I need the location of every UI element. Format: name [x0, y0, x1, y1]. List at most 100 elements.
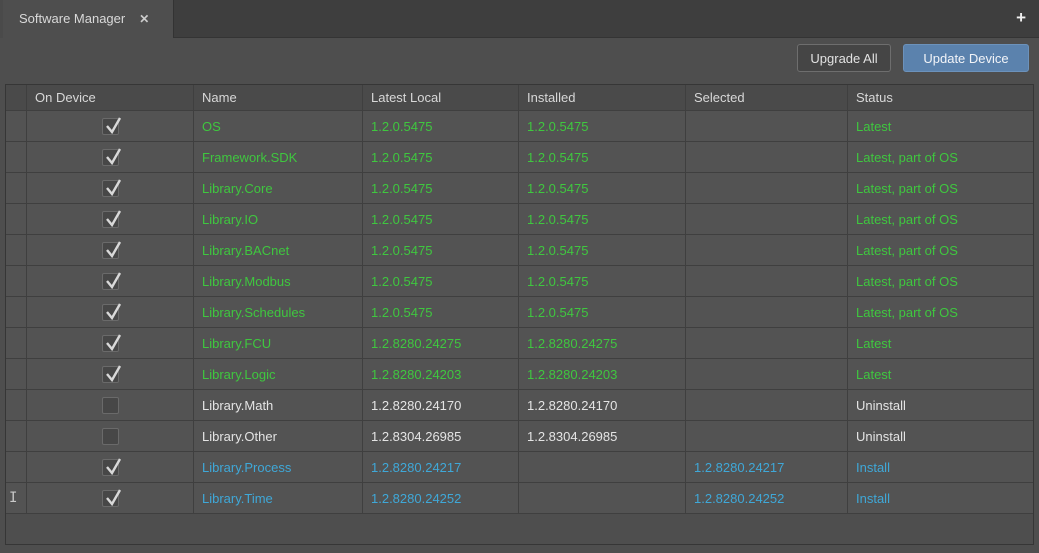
installed-cell: 1.2.0.5475: [519, 266, 686, 297]
selected-cell: 1.2.8280.24252: [686, 483, 848, 514]
latest-local-cell: 1.2.0.5475: [363, 173, 519, 204]
latest-local-cell: 1.2.0.5475: [363, 235, 519, 266]
installed-cell: 1.2.0.5475: [519, 142, 686, 173]
column-header-installed[interactable]: Installed: [519, 85, 686, 111]
table-row[interactable]: Library.IO 1.2.0.5475 1.2.0.5475 Latest,…: [6, 204, 1033, 235]
selected-cell: [686, 204, 848, 235]
row-selector-cell[interactable]: [6, 390, 27, 421]
on-device-cell: [27, 111, 194, 142]
status-cell: Latest, part of OS: [848, 173, 1033, 204]
row-selector-cell[interactable]: [6, 359, 27, 390]
on-device-cell: [27, 173, 194, 204]
table-row[interactable]: Library.Schedules 1.2.0.5475 1.2.0.5475 …: [6, 297, 1033, 328]
on-device-cell: [27, 452, 194, 483]
name-cell: Library.Modbus: [194, 266, 363, 297]
latest-local-cell: 1.2.8280.24252: [363, 483, 519, 514]
row-selector-cell[interactable]: [6, 266, 27, 297]
table-row[interactable]: Library.FCU 1.2.8280.24275 1.2.8280.2427…: [6, 328, 1033, 359]
on-device-cell: [27, 297, 194, 328]
table-row[interactable]: Library.BACnet 1.2.0.5475 1.2.0.5475 Lat…: [6, 235, 1033, 266]
row-selector-cell[interactable]: [6, 142, 27, 173]
on-device-cell: [27, 204, 194, 235]
column-header-selected[interactable]: Selected: [686, 85, 848, 111]
latest-local-cell: 1.2.8280.24217: [363, 452, 519, 483]
column-header-status[interactable]: Status: [848, 85, 1033, 111]
checkmark-icon: [104, 363, 124, 383]
name-cell: Library.BACnet: [194, 235, 363, 266]
checkmark-icon: [104, 487, 124, 507]
on-device-checkbox[interactable]: [102, 335, 119, 352]
installed-cell: 1.2.0.5475: [519, 111, 686, 142]
column-header-latest-local[interactable]: Latest Local: [363, 85, 519, 111]
on-device-checkbox[interactable]: [102, 304, 119, 321]
installed-cell: 1.2.0.5475: [519, 235, 686, 266]
table-row[interactable]: Library.Modbus 1.2.0.5475 1.2.0.5475 Lat…: [6, 266, 1033, 297]
table-row[interactable]: Library.Other 1.2.8304.26985 1.2.8304.26…: [6, 421, 1033, 452]
selected-cell: [686, 173, 848, 204]
on-device-checkbox[interactable]: [102, 397, 119, 414]
update-device-button[interactable]: Update Device: [903, 44, 1029, 72]
checkmark-icon: [104, 456, 124, 476]
table-row[interactable]: Library.Core 1.2.0.5475 1.2.0.5475 Lates…: [6, 173, 1033, 204]
text-cursor: I: [9, 490, 17, 506]
on-device-checkbox[interactable]: [102, 211, 119, 228]
tab-software-manager[interactable]: Software Manager ✕: [3, 0, 174, 39]
row-selector-cell[interactable]: [6, 421, 27, 452]
selected-cell: [686, 359, 848, 390]
table-row[interactable]: Framework.SDK 1.2.0.5475 1.2.0.5475 Late…: [6, 142, 1033, 173]
table-row[interactable]: Library.Logic 1.2.8280.24203 1.2.8280.24…: [6, 359, 1033, 390]
status-cell: Install: [848, 452, 1033, 483]
row-selector-cell[interactable]: [6, 452, 27, 483]
table-row[interactable]: Library.Math 1.2.8280.24170 1.2.8280.241…: [6, 390, 1033, 421]
table-row[interactable]: Library.Process 1.2.8280.24217 1.2.8280.…: [6, 452, 1033, 483]
row-selector-cell[interactable]: [6, 235, 27, 266]
on-device-checkbox[interactable]: [102, 459, 119, 476]
selected-cell: [686, 266, 848, 297]
on-device-checkbox[interactable]: [102, 366, 119, 383]
column-header-selector[interactable]: [6, 85, 27, 111]
installed-cell: 1.2.8280.24170: [519, 390, 686, 421]
tab-close-icon[interactable]: ✕: [139, 12, 149, 26]
selected-cell: [686, 328, 848, 359]
name-cell: Library.Math: [194, 390, 363, 421]
on-device-checkbox[interactable]: [102, 180, 119, 197]
column-header-name[interactable]: Name: [194, 85, 363, 111]
on-device-checkbox[interactable]: [102, 273, 119, 290]
row-selector-cell[interactable]: [6, 111, 27, 142]
status-cell: Latest, part of OS: [848, 266, 1033, 297]
name-cell: Library.Core: [194, 173, 363, 204]
latest-local-cell: 1.2.8280.24275: [363, 328, 519, 359]
latest-local-cell: 1.2.0.5475: [363, 142, 519, 173]
installed-cell: [519, 483, 686, 514]
name-cell: Library.Process: [194, 452, 363, 483]
row-selector-cell[interactable]: [6, 173, 27, 204]
installed-cell: 1.2.0.5475: [519, 297, 686, 328]
on-device-checkbox[interactable]: [102, 242, 119, 259]
status-cell: Latest, part of OS: [848, 142, 1033, 173]
on-device-checkbox[interactable]: [102, 490, 119, 507]
column-header-on-device[interactable]: On Device: [27, 85, 194, 111]
on-device-checkbox[interactable]: [102, 428, 119, 445]
selected-cell: [686, 111, 848, 142]
row-selector-cell[interactable]: [6, 328, 27, 359]
checkmark-icon: [104, 270, 124, 290]
on-device-checkbox[interactable]: [102, 149, 119, 166]
status-cell: Uninstall: [848, 390, 1033, 421]
latest-local-cell: 1.2.0.5475: [363, 266, 519, 297]
selected-cell: [686, 421, 848, 452]
installed-cell: 1.2.0.5475: [519, 173, 686, 204]
row-selector-cell[interactable]: [6, 297, 27, 328]
software-table: On Device Name Latest Local Installed Se…: [5, 84, 1034, 545]
on-device-checkbox[interactable]: [102, 118, 119, 135]
upgrade-all-button[interactable]: Upgrade All: [797, 44, 891, 72]
add-tab-icon[interactable]: +: [1016, 8, 1026, 28]
on-device-cell: [27, 483, 194, 514]
on-device-cell: [27, 142, 194, 173]
checkmark-icon: [104, 208, 124, 228]
status-cell: Latest: [848, 359, 1033, 390]
checkmark-icon: [104, 115, 124, 135]
status-cell: Latest, part of OS: [848, 204, 1033, 235]
row-selector-cell[interactable]: [6, 204, 27, 235]
table-row[interactable]: Library.Time 1.2.8280.24252 1.2.8280.242…: [6, 483, 1033, 514]
table-row[interactable]: OS 1.2.0.5475 1.2.0.5475 Latest: [6, 111, 1033, 142]
